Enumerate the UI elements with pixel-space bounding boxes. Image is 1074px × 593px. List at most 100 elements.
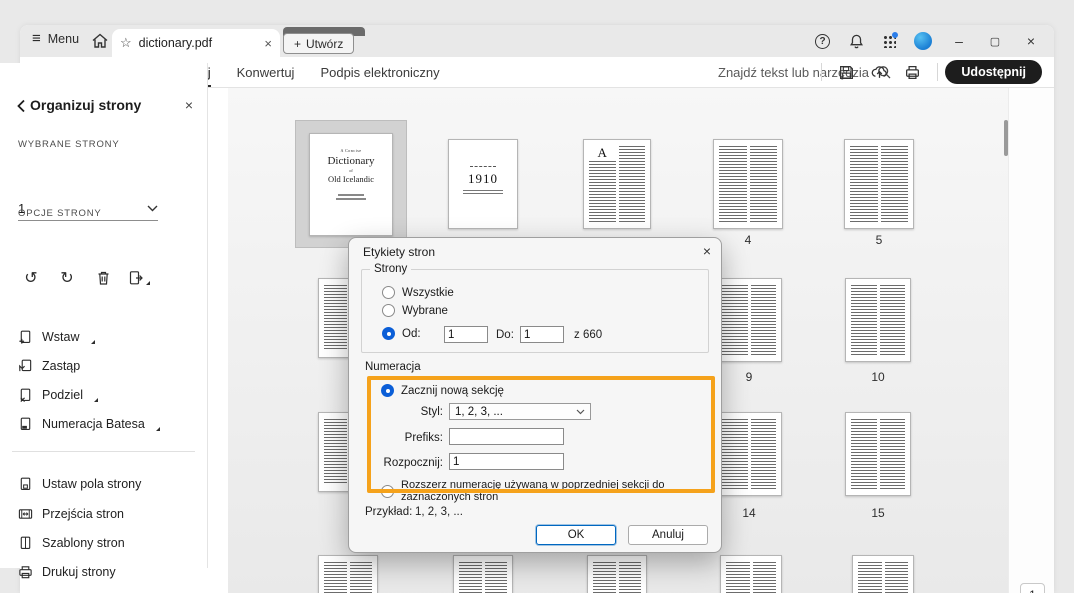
radio-od[interactable]: Od: xyxy=(382,327,421,340)
create-label: Utwórz xyxy=(306,36,344,51)
insert-page-icon xyxy=(19,330,31,344)
vertical-scrollbar[interactable] xyxy=(1004,120,1008,156)
chevron-down-icon xyxy=(576,409,585,414)
home-button[interactable] xyxy=(90,32,110,50)
prefix-label: Prefiks: xyxy=(404,432,443,444)
organize-pages-panel: Organizuj strony × WYBRANE STRONY 1 OPCJ… xyxy=(0,63,208,579)
panel-title: Organizuj strony xyxy=(30,97,142,113)
radio-zacznij-nowa-sekcje[interactable]: Zacznij nową sekcję xyxy=(381,384,504,397)
thumbnail-page-15[interactable] xyxy=(845,412,911,496)
sidebar-item-numeracja-batesa[interactable]: Numeracja Batesa xyxy=(18,415,160,433)
sidebar-item-podziel[interactable]: Podziel xyxy=(18,386,98,404)
cover-text: A Concise Dictionary of Old Icelandic xyxy=(310,134,392,200)
sidebar-item-przejscia-stron[interactable]: Przejścia stron xyxy=(18,505,124,523)
submenu-indicator xyxy=(155,427,160,431)
document-tab[interactable]: ☆ dictionary.pdf × xyxy=(112,29,280,57)
thumbnail-page-4[interactable] xyxy=(713,139,783,229)
thumbnail-page-10[interactable] xyxy=(845,278,911,362)
minimize-button[interactable]: – xyxy=(950,33,968,49)
ok-button[interactable]: OK xyxy=(536,525,616,545)
close-window-button[interactable]: × xyxy=(1022,33,1040,49)
dialog-title: Etykiety stron xyxy=(363,245,436,259)
thumbnail-page-5[interactable] xyxy=(844,139,914,229)
tab-title: dictionary.pdf xyxy=(138,36,213,50)
style-dropdown[interactable]: 1, 2, 3, ... xyxy=(449,403,591,420)
create-button[interactable]: + Utwórz xyxy=(283,33,355,54)
favorite-star-icon[interactable]: ☆ xyxy=(120,35,132,51)
example-value: 1, 2, 3, ... xyxy=(415,506,463,518)
year-page: 1910 xyxy=(449,140,517,195)
panel-close-icon[interactable]: × xyxy=(185,97,193,113)
thumbnail-selected-page-1[interactable]: A Concise Dictionary of Old Icelandic xyxy=(295,120,407,248)
start-at-input[interactable] xyxy=(449,453,564,470)
cancel-button[interactable]: Anuluj xyxy=(628,525,708,545)
page-number-label: 15 xyxy=(871,506,885,520)
sidebar-item-ustaw-pola-strony[interactable]: Ustaw pola strony xyxy=(18,475,141,493)
print-icon[interactable] xyxy=(904,64,921,81)
do-input[interactable] xyxy=(520,326,564,343)
page-number-indicator[interactable]: 1 xyxy=(1020,583,1045,593)
radio-icon[interactable] xyxy=(381,484,394,498)
app-grid-icon[interactable] xyxy=(883,31,898,48)
thumbnail-page-17[interactable] xyxy=(453,555,513,593)
extract-page-icon[interactable] xyxy=(128,268,150,288)
bates-numbering-icon xyxy=(20,417,31,430)
chevron-down-icon xyxy=(147,205,158,212)
radio-icon[interactable] xyxy=(382,286,395,299)
thumbnail-page-16[interactable] xyxy=(318,555,378,593)
maximize-button[interactable]: ▢ xyxy=(986,35,1004,48)
rotate-right-icon[interactable]: ↻ xyxy=(56,268,78,288)
divider xyxy=(12,451,195,452)
style-label: Styl: xyxy=(420,406,443,418)
menu-button[interactable]: ≡ Menu xyxy=(32,31,79,46)
print-pages-icon xyxy=(19,566,32,579)
total-pages-label: z 660 xyxy=(574,329,603,341)
sidebar-item-drukuj-strony[interactable]: Drukuj strony xyxy=(18,563,116,581)
pages-groupbox: Strony Wszystkie Wybrane Od: Do: z 660 xyxy=(361,263,709,353)
dialog-close-icon[interactable]: × xyxy=(703,243,711,259)
cloud-upload-icon[interactable] xyxy=(871,64,888,81)
user-avatar[interactable] xyxy=(914,32,932,50)
radio-icon[interactable] xyxy=(382,304,395,317)
page-number-label: 10 xyxy=(871,370,885,384)
delete-page-icon[interactable] xyxy=(92,268,114,288)
back-chevron-icon[interactable] xyxy=(16,99,26,113)
tab-konwertuj[interactable]: Konwertuj xyxy=(237,57,295,87)
sidebar-item-zastap[interactable]: Zastąp xyxy=(18,357,80,375)
submenu-indicator xyxy=(90,340,95,344)
start-at-label: Rozpocznij: xyxy=(383,457,443,469)
rotate-left-icon[interactable]: ↺ xyxy=(20,268,42,288)
thumbnail-page-18[interactable] xyxy=(587,555,647,593)
thumbnail-page-19[interactable] xyxy=(720,555,782,593)
page-number-label: 14 xyxy=(742,506,756,520)
page-number-label: 4 xyxy=(744,233,752,247)
radio-icon-selected[interactable] xyxy=(381,384,394,397)
page-1-cover[interactable]: A Concise Dictionary of Old Icelandic xyxy=(309,133,393,236)
selected-pages-label: WYBRANE STRONY xyxy=(18,139,120,150)
thumbnail-page-20[interactable] xyxy=(852,555,914,593)
title-bar: ≡ Menu ☆ dictionary.pdf × + Utwórz ? – ▢… xyxy=(20,25,1054,57)
radio-wszystkie[interactable]: Wszystkie xyxy=(382,286,454,299)
radio-icon-selected[interactable] xyxy=(382,327,395,340)
right-rail: 1 xyxy=(1008,88,1054,593)
save-icon[interactable] xyxy=(838,64,855,81)
page-number-label: 9 xyxy=(745,370,753,384)
radio-wybrane[interactable]: Wybrane xyxy=(382,304,448,317)
menu-label: Menu xyxy=(47,31,80,46)
thumbnail-page-2[interactable]: 1910 xyxy=(448,139,518,229)
sidebar-item-szablony-stron[interactable]: Szablony stron xyxy=(18,534,125,552)
notifications-bell-icon[interactable] xyxy=(848,33,865,50)
thumbnail-page-3[interactable]: A xyxy=(583,139,651,229)
page-options-label: OPCJE STRONY xyxy=(18,208,102,219)
plus-icon: + xyxy=(294,36,302,51)
help-icon[interactable]: ? xyxy=(815,33,830,49)
prefix-input[interactable] xyxy=(449,428,564,445)
radio-rozszerz-numeracje[interactable]: Rozszerz numerację używaną w poprzedniej… xyxy=(381,479,721,503)
thumbnail-page-14[interactable] xyxy=(716,412,782,496)
sidebar-item-wstaw[interactable]: Wstaw xyxy=(18,328,95,346)
share-button[interactable]: Udostępnij xyxy=(945,60,1042,84)
thumbnail-page-9[interactable] xyxy=(716,278,782,362)
od-input[interactable] xyxy=(444,326,488,343)
tab-close-icon[interactable]: × xyxy=(264,36,272,51)
tab-podpis-elektroniczny[interactable]: Podpis elektroniczny xyxy=(320,57,439,87)
